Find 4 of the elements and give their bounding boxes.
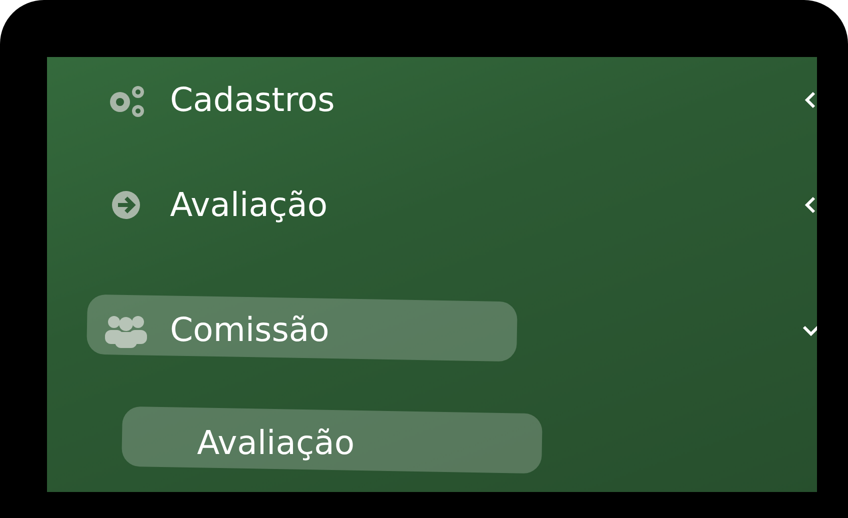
menu-item[interactable]: Comissão [170, 310, 330, 349]
submenu-item[interactable]: Avaliação [197, 422, 355, 462]
menu-item[interactable]: Cadastros [170, 80, 335, 119]
menu-item[interactable]: Avaliação [170, 185, 328, 224]
